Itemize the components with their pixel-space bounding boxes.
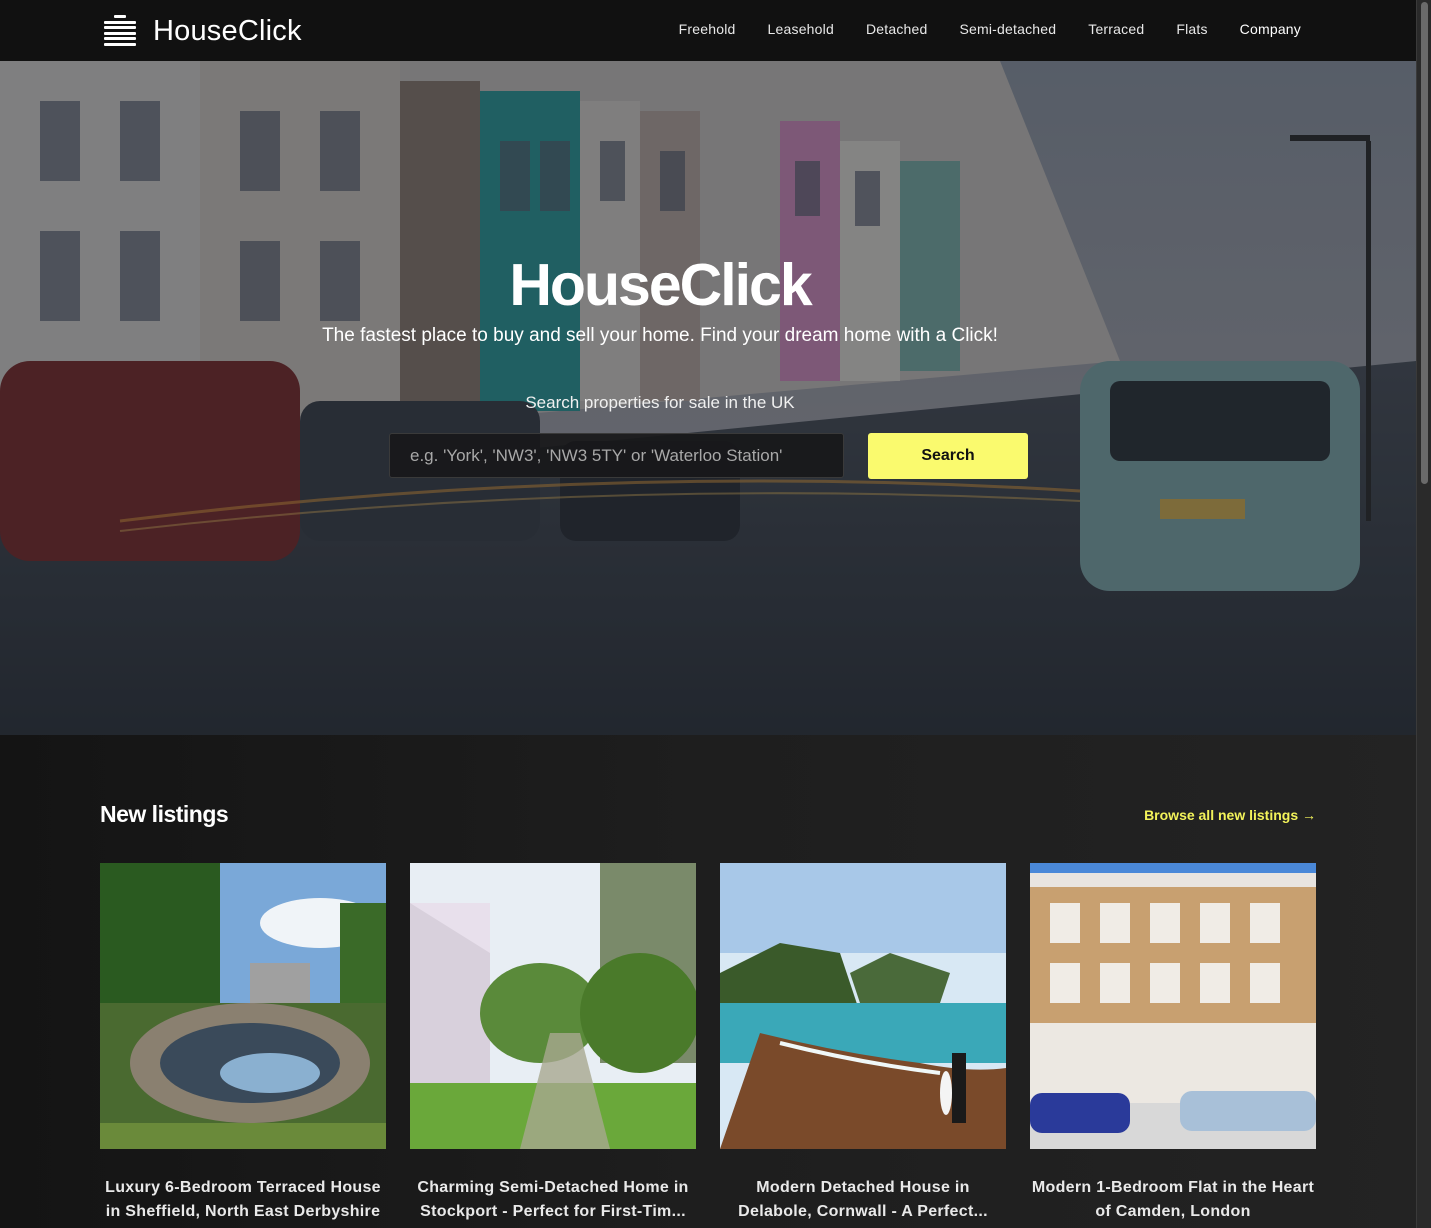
nav-freehold[interactable]: Freehold (679, 21, 736, 37)
site-header: HouseClick Freehold Leasehold Detached S… (0, 0, 1416, 61)
hero-title: HouseClick (509, 252, 812, 318)
nav-flats[interactable]: Flats (1176, 21, 1207, 37)
nav-detached[interactable]: Detached (866, 21, 928, 37)
hero-subtitle: The fastest place to buy and sell your h… (322, 325, 998, 346)
nav-terraced[interactable]: Terraced (1088, 21, 1144, 37)
listing-title[interactable]: Modern Detached House in Delabole, Cornw… (720, 1176, 1006, 1224)
listing-title[interactable]: Modern 1-Bedroom Flat in the Heart of Ca… (1030, 1176, 1316, 1224)
section-title: New listings (100, 801, 229, 827)
listing-title[interactable]: Luxury 6-Bedroom Terraced House in Sheff… (100, 1176, 386, 1224)
scrollbar-thumb[interactable] (1421, 2, 1428, 484)
brand-name: HouseClick (153, 14, 302, 47)
listing-photo[interactable] (720, 863, 1006, 1149)
listing-card[interactable]: Modern Detached House in Delabole, Cornw… (720, 863, 1006, 1224)
listing-photo[interactable] (100, 863, 386, 1149)
listing-cards: Luxury 6-Bedroom Terraced House in Sheff… (100, 863, 1316, 1224)
building-icon (103, 14, 137, 48)
listing-card[interactable]: Luxury 6-Bedroom Terraced House in Sheff… (100, 863, 386, 1224)
main-nav: Freehold Leasehold Detached Semi-detache… (647, 21, 1301, 37)
listing-photo[interactable] (410, 863, 696, 1149)
listing-title[interactable]: Charming Semi-Detached Home in Stockport… (410, 1176, 696, 1224)
page-scrollbar[interactable] (1416, 0, 1431, 1228)
browse-all-listings-link[interactable]: Browse all new listings → (1144, 807, 1316, 823)
search-label: Search properties for sale in the UK (525, 393, 795, 412)
hero-section: HouseClick The fastest place to buy and … (0, 61, 1416, 735)
brand-logo[interactable]: HouseClick (103, 14, 302, 48)
nav-semi-detached[interactable]: Semi-detached (959, 21, 1056, 37)
search-button[interactable]: Search (868, 433, 1028, 479)
new-listings-section: New listings Browse all new listings → L… (0, 735, 1416, 1228)
nav-leasehold[interactable]: Leasehold (768, 21, 834, 37)
listing-card[interactable]: Charming Semi-Detached Home in Stockport… (410, 863, 696, 1224)
nav-company[interactable]: Company (1240, 21, 1301, 37)
listing-photo[interactable] (1030, 863, 1316, 1149)
listing-card[interactable]: Modern 1-Bedroom Flat in the Heart of Ca… (1030, 863, 1316, 1224)
location-search-input[interactable] (389, 433, 844, 478)
